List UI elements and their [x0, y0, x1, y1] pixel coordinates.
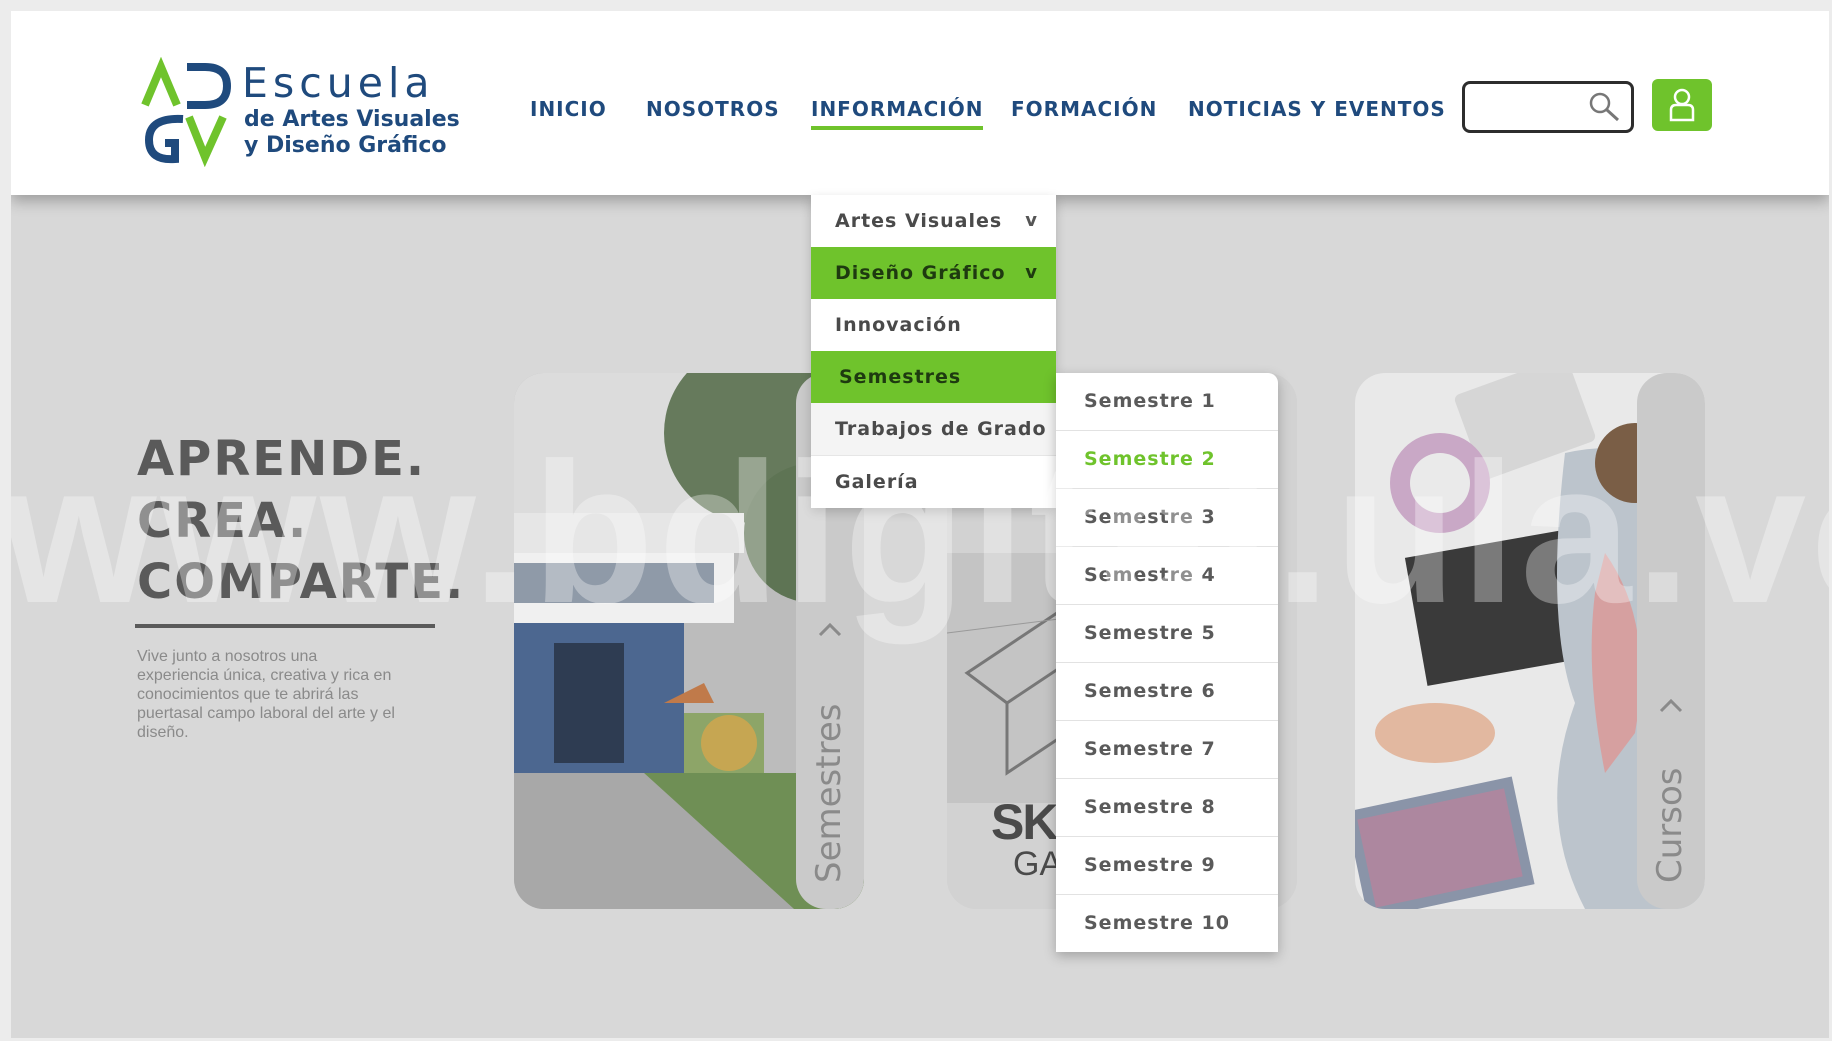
chevron-up-icon — [818, 622, 842, 637]
dd-item-diseno-grafico[interactable]: Diseño Gráfico v — [811, 247, 1056, 299]
dd-item-innovacion[interactable]: Innovación — [811, 299, 1056, 351]
search-box — [1462, 81, 1634, 133]
informacion-dropdown: Artes Visuales v Diseño Gráfico v Innova… — [811, 195, 1056, 508]
card-label-cursos: Cursos — [1650, 768, 1690, 884]
dd-item-label: Artes Visuales — [835, 210, 1003, 232]
submenu-item-semestre-2[interactable]: Semestre 2 — [1056, 431, 1278, 489]
user-icon — [1669, 88, 1695, 122]
submenu-item-semestre-1[interactable]: Semestre 1 — [1056, 373, 1278, 431]
logo-subtitle-line2: y Diseño Gráfico — [244, 133, 447, 158]
dd-item-artes-visuales[interactable]: Artes Visuales v — [811, 195, 1056, 247]
chevron-down-icon: v — [1025, 210, 1038, 231]
nav-item-informacion[interactable]: INFORMACIÓN — [811, 97, 984, 130]
submenu-item-semestre-3[interactable]: Semestre 3 — [1056, 489, 1278, 547]
school-logo[interactable]: Escuela de Artes Visuales y Diseño Gráfi… — [139, 57, 460, 167]
nav-item-noticias-eventos[interactable]: NOTICIAS Y EVENTOS — [1188, 97, 1446, 121]
hero-title-line1: APRENDE. — [137, 431, 427, 487]
logo-name: Escuela — [242, 59, 435, 107]
user-button[interactable] — [1652, 79, 1712, 131]
submenu-item-semestre-5[interactable]: Semestre 5 — [1056, 605, 1278, 663]
semestres-submenu: Semestre 1 Semestre 2 Semestre 3 Semestr… — [1056, 373, 1278, 952]
logo-mark-icon — [141, 57, 232, 167]
submenu-item-semestre-4[interactable]: Semestre 4 — [1056, 547, 1278, 605]
hero-title-line2: CREA. — [137, 493, 309, 549]
search-icon[interactable] — [1587, 91, 1621, 123]
dd-item-semestres[interactable]: Semestres — [811, 351, 1056, 403]
page-frame: Escuela de Artes Visuales y Diseño Gráfi… — [11, 11, 1829, 1038]
header-bar: Escuela de Artes Visuales y Diseño Gráfi… — [11, 11, 1829, 195]
dd-item-trabajos-grado[interactable]: Trabajos de Grado — [811, 403, 1056, 455]
card-cursos[interactable]: Cursos — [1355, 373, 1705, 909]
hero-title-line3: COMPARTE. — [137, 554, 466, 610]
chevron-down-icon: v — [1025, 262, 1038, 283]
submenu-item-semestre-9[interactable]: Semestre 9 — [1056, 837, 1278, 895]
submenu-item-semestre-10[interactable]: Semestre 10 — [1056, 895, 1278, 952]
dd-item-galeria[interactable]: Galería — [811, 455, 1056, 508]
submenu-item-semestre-6[interactable]: Semestre 6 — [1056, 663, 1278, 721]
submenu-item-semestre-8[interactable]: Semestre 8 — [1056, 779, 1278, 837]
logo-subtitle-line1: de Artes Visuales — [244, 107, 460, 132]
chevron-up-icon — [1659, 698, 1683, 713]
submenu-item-semestre-7[interactable]: Semestre 7 — [1056, 721, 1278, 779]
dd-item-label: Diseño Gráfico — [835, 262, 1006, 284]
cursos-label-area: Cursos — [1650, 698, 1690, 884]
sketch-text-2: GA — [1013, 845, 1063, 883]
search-input[interactable] — [1475, 84, 1589, 126]
card-label-semestres: Semestres — [809, 704, 849, 883]
nav-item-formacion[interactable]: FORMACIÓN — [1011, 97, 1157, 121]
nav-item-nosotros[interactable]: NOSOTROS — [646, 97, 780, 121]
hero-divider — [135, 624, 435, 628]
nav-item-inicio[interactable]: INICIO — [530, 97, 607, 121]
hero-description: Vive junto a nosotros una experiencia ún… — [137, 648, 395, 741]
